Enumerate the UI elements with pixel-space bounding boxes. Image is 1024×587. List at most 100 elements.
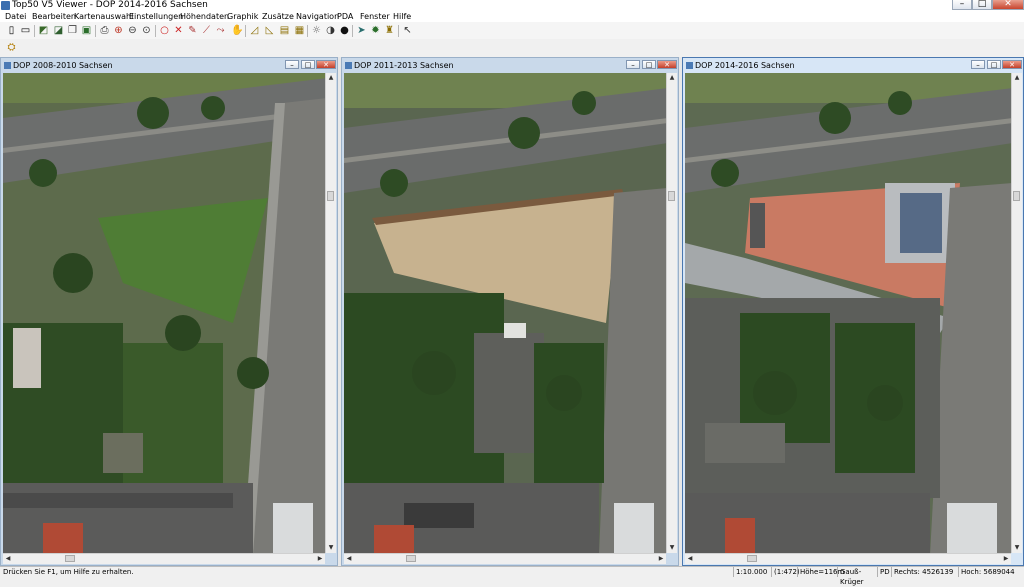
scroll-down-arrow[interactable]: ▼ <box>326 543 336 553</box>
scroll-thumb[interactable] <box>406 555 416 562</box>
window-title-bar[interactable]: DOP 2014-2016 Sachsen – □ ✕ <box>683 58 1023 73</box>
pencil-icon[interactable]: ✎ <box>187 25 198 36</box>
menu-pda[interactable]: PDA <box>337 11 353 22</box>
zoom-out-icon[interactable]: ⊖ <box>127 25 138 36</box>
window-title: DOP 2008-2010 Sachsen <box>13 61 113 70</box>
new-icon[interactable]: ▯ <box>6 25 17 36</box>
profile-icon[interactable]: ◺ <box>264 25 275 36</box>
app-icon <box>1 1 10 10</box>
menu-kartenauswahl[interactable]: Kartenauswahl <box>74 11 133 22</box>
open-icon[interactable]: ▭ <box>20 25 31 36</box>
layers-icon[interactable]: ◪ <box>53 25 64 36</box>
close-button[interactable]: ✕ <box>992 0 1024 10</box>
menu-bearbeiten[interactable]: Bearbeiten <box>32 11 76 22</box>
menu-datei[interactable]: Datei <box>5 11 26 22</box>
aerial-image-2011[interactable] <box>344 73 666 553</box>
app-title: Top50 V5 Viewer - DOP 2014-2016 Sachsen <box>12 0 208 10</box>
scroll-thumb[interactable] <box>1013 191 1020 201</box>
copy-icon[interactable]: ❐ <box>67 25 78 36</box>
maximize-button[interactable]: □ <box>972 0 992 10</box>
scroll-up-arrow[interactable]: ▲ <box>326 73 336 83</box>
app-title-bar: Top50 V5 Viewer - DOP 2014-2016 Sachsen … <box>0 0 1024 11</box>
zoom-in-icon[interactable]: ⊕ <box>113 25 124 36</box>
vertical-scrollbar[interactable]: ▲ ▼ <box>666 73 677 553</box>
help-cursor-icon[interactable]: ↖ <box>402 25 413 36</box>
horizontal-scrollbar[interactable]: ◀ ▶ <box>344 553 666 564</box>
grid-icon[interactable]: ▦ <box>294 25 305 36</box>
sun-icon[interactable]: ☼ <box>311 25 322 36</box>
menu-graphik[interactable]: Graphik <box>227 11 258 22</box>
scroll-thumb[interactable] <box>65 555 75 562</box>
menu-navigation[interactable]: Navigation <box>296 11 339 22</box>
vertical-scrollbar[interactable]: ▲ ▼ <box>325 73 336 553</box>
circle-icon[interactable]: ○ <box>159 25 170 36</box>
window-close-button[interactable]: ✕ <box>657 60 677 69</box>
minimize-button[interactable]: – <box>952 0 972 10</box>
aerial-photo <box>685 73 1011 553</box>
export-icon[interactable]: ▣ <box>81 25 92 36</box>
contrast-icon[interactable]: ◑ <box>325 25 336 36</box>
map-window-icon <box>345 62 352 69</box>
window-maximize-button[interactable]: □ <box>301 60 315 69</box>
scroll-left-arrow[interactable]: ◀ <box>3 554 13 564</box>
map-window-icon <box>686 62 693 69</box>
window-close-button[interactable]: ✕ <box>1002 60 1022 69</box>
window-maximize-button[interactable]: □ <box>642 60 656 69</box>
menu-fenster[interactable]: Fenster <box>360 11 390 22</box>
horizontal-scrollbar[interactable]: ◀ ▶ <box>685 553 1011 564</box>
horizontal-scrollbar[interactable]: ◀ ▶ <box>3 553 325 564</box>
scroll-down-arrow[interactable]: ▼ <box>667 543 677 553</box>
map-window-icon <box>4 62 11 69</box>
window-minimize-button[interactable]: – <box>285 60 299 69</box>
measure-icon[interactable]: ◿ <box>249 25 260 36</box>
menu-hoehendaten[interactable]: Höhendaten <box>180 11 229 22</box>
window-minimize-button[interactable]: – <box>971 60 985 69</box>
scroll-thumb[interactable] <box>668 191 675 201</box>
aerial-photo <box>344 73 666 553</box>
globe-icon[interactable]: ✹ <box>370 25 381 36</box>
window-title-bar[interactable]: DOP 2008-2010 Sachsen – □ ✕ <box>1 58 337 73</box>
menu-zusaetze[interactable]: Zusätze <box>262 11 294 22</box>
cross-tool-icon[interactable]: ✕ <box>173 25 184 36</box>
secondary-toolbar: ⛭ <box>0 39 1024 58</box>
person-icon[interactable]: ♜ <box>384 25 395 36</box>
gps-icon[interactable]: ⛭ <box>6 42 17 53</box>
sheet-icon[interactable]: ▤ <box>279 25 290 36</box>
scroll-down-arrow[interactable]: ▼ <box>1012 543 1022 553</box>
scroll-thumb[interactable] <box>327 191 334 201</box>
scroll-thumb[interactable] <box>747 555 757 562</box>
window-minimize-button[interactable]: – <box>626 60 640 69</box>
scroll-left-arrow[interactable]: ◀ <box>685 554 695 564</box>
route-icon[interactable]: ⤳ <box>215 25 226 36</box>
scroll-up-arrow[interactable]: ▲ <box>667 73 677 83</box>
aerial-image-2014[interactable] <box>685 73 1011 553</box>
window-close-button[interactable]: ✕ <box>316 60 336 69</box>
status-bar: Drücken Sie F1, um Hilfe zu erhalten. 1:… <box>0 566 1024 586</box>
compass-icon[interactable]: ➤ <box>356 25 367 36</box>
scroll-left-arrow[interactable]: ◀ <box>344 554 354 564</box>
scroll-right-arrow[interactable]: ▶ <box>656 554 666 564</box>
window-title: DOP 2011-2013 Sachsen <box>354 61 454 70</box>
map-select-icon[interactable]: ◩ <box>38 25 49 36</box>
zoom-full-icon[interactable]: ⊙ <box>141 25 152 36</box>
main-toolbar: ▯ ▭ ◩ ◪ ❐ ▣ ⎙ ⊕ ⊖ ⊙ ○ ✕ ✎ ⟋ ⤳ ✋ ◿ ◺ ▤ ▦ … <box>0 22 1024 40</box>
hand-icon[interactable]: ✋ <box>231 25 243 36</box>
window-maximize-button[interactable]: □ <box>987 60 1001 69</box>
aerial-photo <box>3 73 325 553</box>
menu-einstellungen[interactable]: Einstellungen <box>129 11 183 22</box>
vertical-scrollbar[interactable]: ▲ ▼ <box>1011 73 1022 553</box>
mdi-area: DOP 2008-2010 Sachsen – □ ✕ ▲ ▼ ◀ ▶ DOP … <box>0 57 1024 566</box>
window-title-bar[interactable]: DOP 2011-2013 Sachsen – □ ✕ <box>342 58 678 73</box>
scroll-right-arrow[interactable]: ▶ <box>1001 554 1011 564</box>
print-icon[interactable]: ⎙ <box>99 25 110 36</box>
map-window-2014[interactable]: DOP 2014-2016 Sachsen – □ ✕ ▲ ▼ ◀ ▶ <box>682 57 1024 566</box>
window-title: DOP 2014-2016 Sachsen <box>695 61 795 70</box>
menu-hilfe[interactable]: Hilfe <box>393 11 411 22</box>
disk-icon[interactable]: ● <box>339 25 350 36</box>
map-window-2008[interactable]: DOP 2008-2010 Sachsen – □ ✕ ▲ ▼ ◀ ▶ <box>0 57 338 566</box>
aerial-image-2008[interactable] <box>3 73 325 553</box>
map-window-2011[interactable]: DOP 2011-2013 Sachsen – □ ✕ ▲ ▼ ◀ ▶ <box>341 57 679 566</box>
scroll-up-arrow[interactable]: ▲ <box>1012 73 1022 83</box>
scroll-right-arrow[interactable]: ▶ <box>315 554 325 564</box>
wand-icon[interactable]: ⟋ <box>201 25 212 36</box>
